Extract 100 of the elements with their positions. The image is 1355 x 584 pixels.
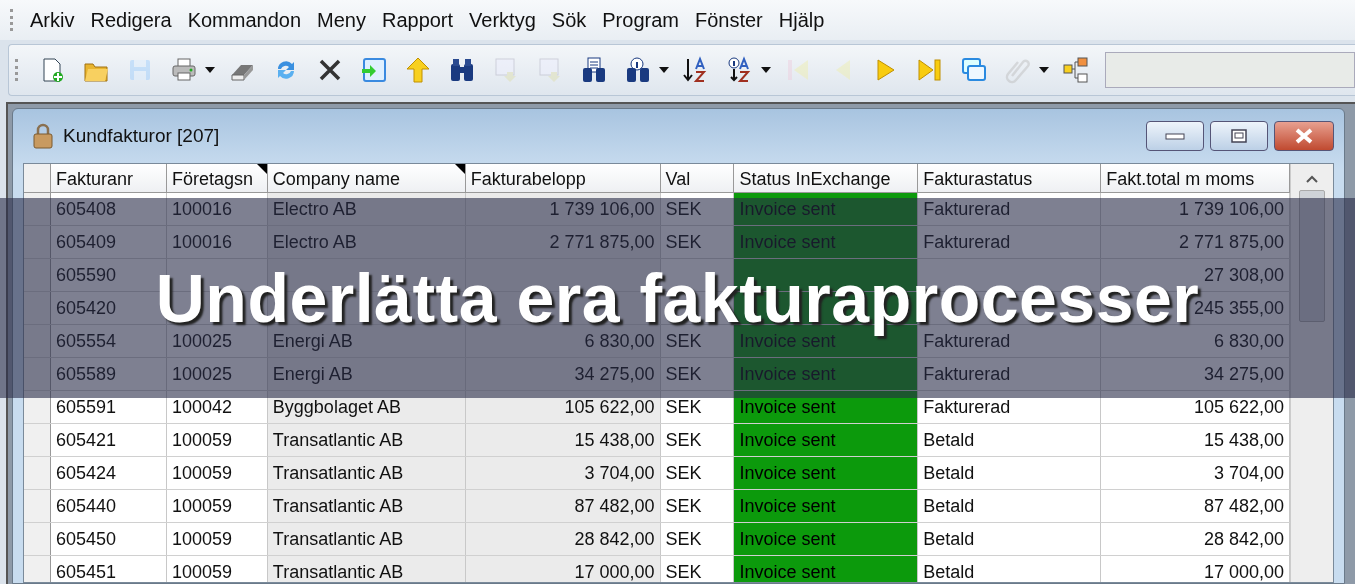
column-header[interactable]: Val <box>660 164 735 192</box>
table-cell: 17 000,00 <box>465 556 661 582</box>
menu-item[interactable]: Hjälp <box>778 8 833 32</box>
menu-item[interactable]: Meny <box>317 8 374 32</box>
minimize-button[interactable] <box>1146 121 1204 151</box>
column-header[interactable]: Fakturastatus <box>918 164 1102 192</box>
table-cell: 3 704,00 <box>1101 457 1290 489</box>
table-cell: Byggbolaget AB <box>267 391 466 423</box>
table-cell: Transatlantic AB <box>267 556 466 582</box>
table-cell: Betald <box>918 523 1102 555</box>
column-header[interactable]: Fakt.total m moms <box>1101 164 1290 192</box>
table-cell: 100059 <box>166 490 268 522</box>
table-cell: 105 622,00 <box>1101 391 1290 423</box>
table-cell: Fakturerad <box>918 226 1102 258</box>
status-cell: Invoice sent <box>734 556 919 582</box>
table-cell: 605408 <box>51 193 167 225</box>
scrollbar[interactable] <box>1290 164 1333 582</box>
table-cell: Fakturerad <box>918 391 1102 423</box>
status-cell: Invoice sent <box>734 523 919 555</box>
caret-icon <box>761 67 771 73</box>
table-cell: 605440 <box>51 490 167 522</box>
menu-item[interactable]: Rapport <box>381 8 462 32</box>
binoculars-icon <box>448 56 476 84</box>
table-cell: 17 000,00 <box>1101 556 1290 582</box>
table-cell: 100059 <box>166 556 268 582</box>
binoculars-info-icon <box>624 56 652 84</box>
minimize-icon <box>1165 131 1185 141</box>
table-cell: Transatlantic AB <box>267 424 466 456</box>
maximize-button[interactable] <box>1210 121 1268 151</box>
table-cell: 605424 <box>51 457 167 489</box>
table-cell: 6 830,00 <box>465 325 661 357</box>
printer-icon <box>170 56 198 84</box>
table-cell: 100059 <box>166 457 268 489</box>
table-cell: 100016 <box>166 193 268 225</box>
tree-icon <box>1062 56 1090 84</box>
table-cell: 100025 <box>166 358 268 390</box>
table-cell: 605450 <box>51 523 167 555</box>
table-cell: 1 739 106,00 <box>1101 193 1290 225</box>
column-header[interactable]: Fakturabelopp <box>465 164 661 192</box>
table-cell: 3 704,00 <box>465 457 661 489</box>
table-cell: Transatlantic AB <box>267 490 466 522</box>
menu-item[interactable]: Verktyg <box>469 8 544 32</box>
table-cell: 605451 <box>51 556 167 582</box>
table-cell: Transatlantic AB <box>267 457 466 489</box>
scroll-up-icon <box>1305 174 1319 184</box>
table-cell: Betald <box>918 556 1102 582</box>
status-cell: Invoice sent <box>734 424 919 456</box>
table-cell: 100059 <box>166 424 268 456</box>
table-cell: 605409 <box>51 226 167 258</box>
skip-last-icon <box>916 56 944 84</box>
column-header[interactable]: Status InExchange <box>734 164 919 192</box>
status-cell: Invoice sent <box>734 490 919 522</box>
table-cell: 2 771 875,00 <box>1101 226 1290 258</box>
table-cell: Betald <box>918 457 1102 489</box>
table-cell: 87 482,00 <box>1101 490 1290 522</box>
input-field[interactable] <box>1105 52 1355 88</box>
menu-item[interactable]: Program <box>602 8 687 32</box>
table-cell: Fakturerad <box>918 358 1102 390</box>
row-header[interactable] <box>24 391 51 423</box>
table-cell: 100042 <box>166 391 268 423</box>
up-arrow-icon <box>404 56 432 84</box>
table-cell: 100016 <box>166 226 268 258</box>
menu-item[interactable]: Arkiv <box>30 8 83 32</box>
caret-icon <box>1039 67 1049 73</box>
table-cell: 34 275,00 <box>1101 358 1290 390</box>
row-header[interactable] <box>24 193 51 225</box>
lock-icon <box>33 123 53 149</box>
status-cell: Invoice sent <box>734 193 919 225</box>
table-cell: Electro AB <box>267 193 466 225</box>
table-cell: Energi AB <box>267 325 466 357</box>
caret-icon <box>205 67 215 73</box>
scrollbar-thumb[interactable] <box>1299 190 1325 322</box>
menu-item[interactable]: Fönster <box>694 8 771 32</box>
status-cell: Invoice sent <box>734 358 919 390</box>
close-button[interactable] <box>1274 121 1334 151</box>
table-cell: 605554 <box>51 325 167 357</box>
caret-icon <box>659 67 669 73</box>
table-cell: 100059 <box>166 523 268 555</box>
menu-item[interactable]: Sök <box>551 8 595 32</box>
menu-item[interactable]: Kommandon <box>187 8 310 32</box>
table-cell: Energi AB <box>267 358 466 390</box>
table-cell: 28 842,00 <box>465 523 661 555</box>
menu-item[interactable]: Redigera <box>90 8 180 32</box>
column-header[interactable]: Fakturanr <box>51 164 167 192</box>
table-cell: 605591 <box>51 391 167 423</box>
windows-icon <box>960 56 988 84</box>
table-cell: 605589 <box>51 358 167 390</box>
table-cell: 105 622,00 <box>465 391 661 423</box>
table-cell: 6 830,00 <box>1101 325 1290 357</box>
column-header[interactable]: Company name <box>267 164 466 192</box>
table-cell: Electro AB <box>267 226 466 258</box>
status-cell: Invoice sent <box>734 391 919 423</box>
table-cell: 15 438,00 <box>465 424 661 456</box>
table-cell: 100025 <box>166 325 268 357</box>
table-cell: 2 771 875,00 <box>465 226 661 258</box>
maximize-icon <box>1231 129 1247 143</box>
column-header[interactable]: Företagsn <box>166 164 268 192</box>
binoculars-document-icon <box>580 56 608 84</box>
table-cell: 605421 <box>51 424 167 456</box>
table-cell: 34 275,00 <box>465 358 661 390</box>
